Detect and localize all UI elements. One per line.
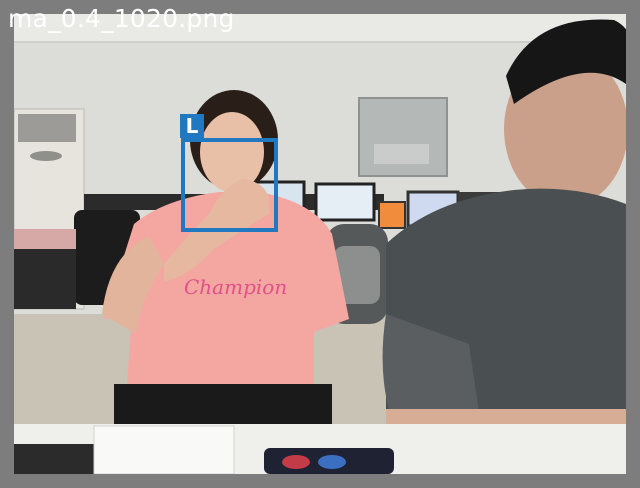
shirt-logo-text: Champion — [184, 275, 287, 299]
photo-scene: Champion — [14, 14, 626, 474]
photo: Champion — [14, 14, 626, 474]
image-viewer: ma_0.4_1020.png Champion L — [0, 0, 640, 488]
detection-class-label: L — [180, 114, 204, 138]
image-filename: ma_0.4_1020.png — [8, 4, 235, 33]
detection-bounding-box — [181, 138, 278, 232]
